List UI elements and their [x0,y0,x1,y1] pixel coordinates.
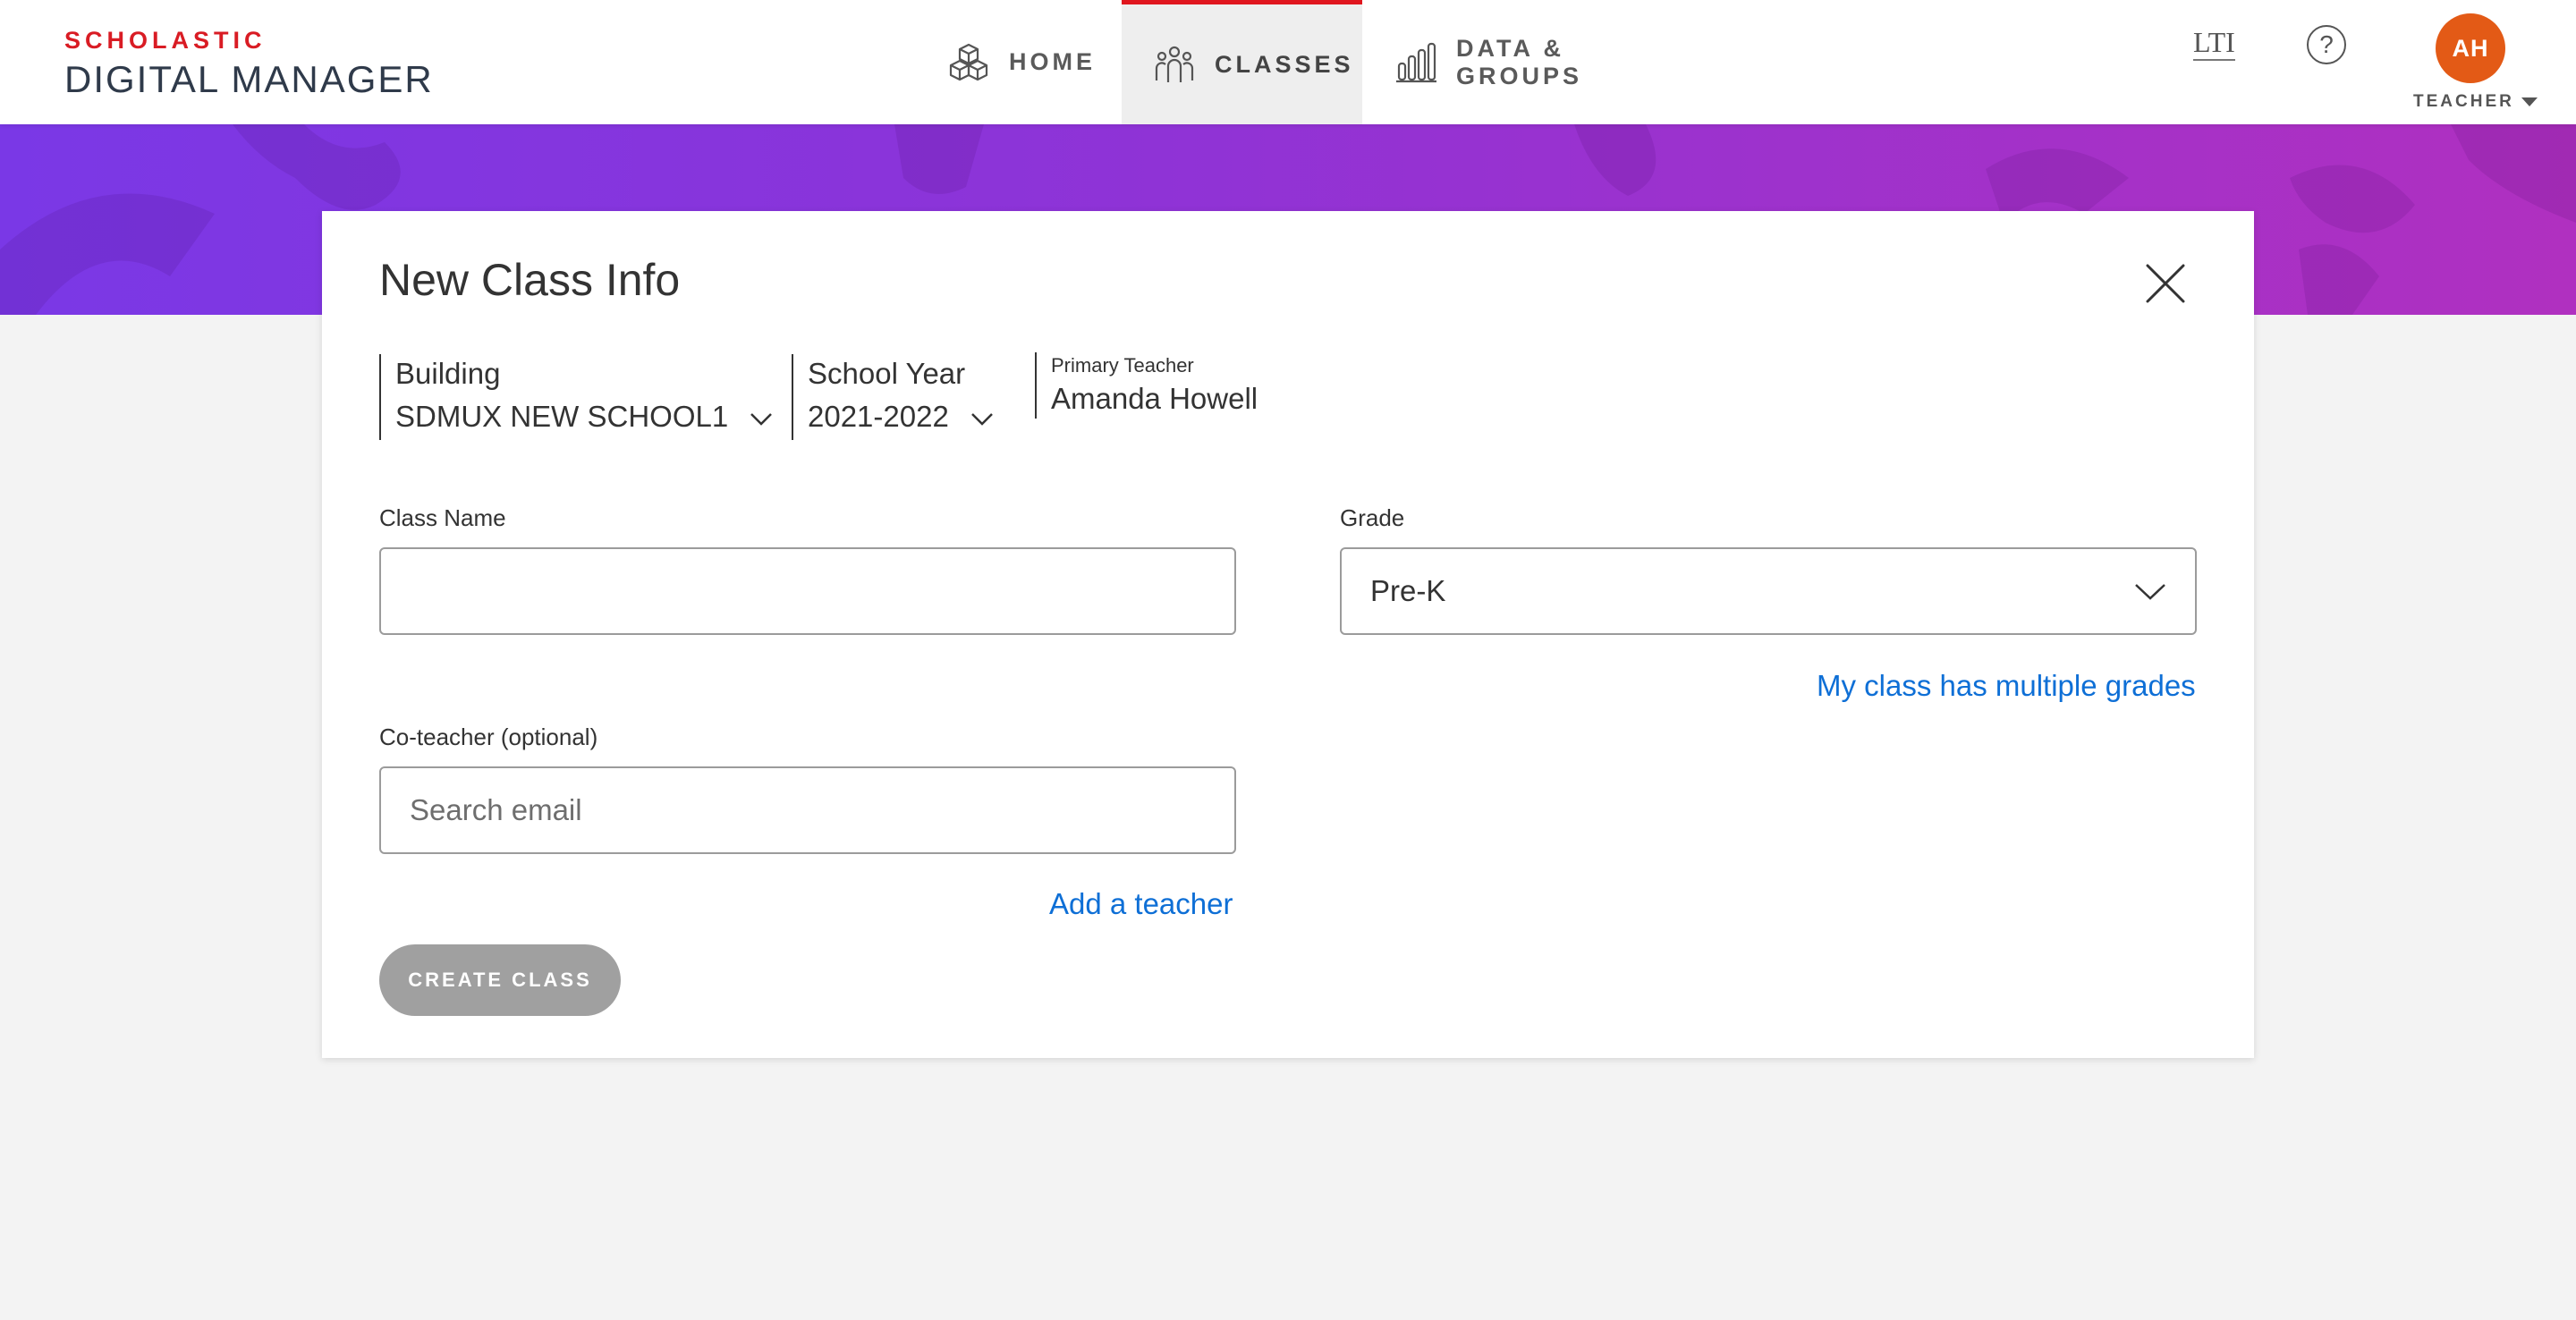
create-class-button[interactable]: CREATE CLASS [379,944,621,1016]
nav-data-groups[interactable]: DATA & GROUPS [1395,0,1682,124]
grade-value: Pre-K [1370,574,1446,607]
school-year-selector[interactable]: School Year 2021-2022 [792,354,994,440]
nav-home[interactable]: HOME [948,0,1093,124]
lti-link[interactable]: LTI [2193,27,2235,61]
role-menu[interactable]: TEACHER [2413,92,2538,112]
building-selector[interactable]: Building SDMUX NEW SCHOOL1 [379,354,773,440]
avatar[interactable]: AH [2436,13,2505,83]
grade-label: Grade [1340,504,1405,531]
people-icon [1154,45,1195,84]
modal-title: New Class Info [379,255,681,305]
nav-data-groups-label: DATA & GROUPS [1456,34,1583,89]
help-icon[interactable]: ? [2307,25,2346,64]
top-header: SCHOLASTIC DIGITAL MANAGER HOME CLASSES [0,0,2576,124]
school-year-value: 2021-2022 [808,400,949,433]
class-name-input[interactable] [379,547,1236,635]
building-value: SDMUX NEW SCHOOL1 [395,400,729,433]
role-label: TEACHER [2413,92,2514,111]
primary-teacher-label: Primary Teacher [1051,354,1194,377]
grade-select[interactable]: Pre-K [1340,547,2197,635]
primary-teacher-info: Primary Teacher Amanda Howell [1035,352,1258,419]
class-name-label: Class Name [379,504,506,531]
coteacher-email-input[interactable] [379,766,1236,854]
product-name: DIGITAL MANAGER [64,58,434,100]
brand-logo[interactable]: SCHOLASTIC DIGITAL MANAGER [64,25,434,102]
close-icon[interactable] [2143,261,2188,306]
school-year-label: School Year [808,357,966,390]
chevron-down-icon [970,393,994,440]
cubes-icon [948,42,989,83]
bar-chart-icon [1395,42,1436,83]
nav-classes[interactable]: CLASSES [1122,0,1362,124]
coteacher-label: Co-teacher (optional) [379,723,598,750]
chevron-down-icon [2134,574,2166,608]
nav-classes-label: CLASSES [1215,50,1354,78]
brand-name: SCHOLASTIC [64,27,267,54]
multiple-grades-link[interactable]: My class has multiple grades [1817,669,2196,703]
add-teacher-link[interactable]: Add a teacher [1049,887,1233,921]
primary-teacher-value: Amanda Howell [1051,382,1258,415]
caret-down-icon [2521,97,2538,106]
new-class-modal: New Class Info Building SDMUX NEW SCHOOL… [322,211,2254,1058]
chevron-down-icon [750,393,773,440]
nav-home-label: HOME [1009,48,1096,75]
building-label: Building [395,357,501,390]
